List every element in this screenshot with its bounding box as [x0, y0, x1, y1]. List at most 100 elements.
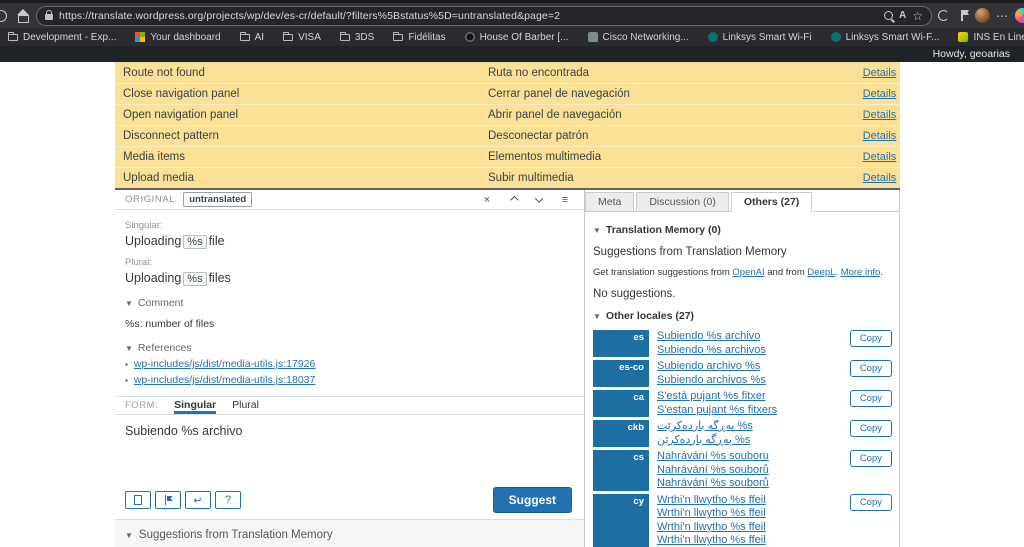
tab-meta[interactable]: Meta: [585, 192, 634, 212]
openai-link[interactable]: OpenAI: [732, 267, 764, 278]
refresh-icon[interactable]: [2, 10, 7, 22]
menu-icon[interactable]: ≡: [556, 194, 574, 206]
tab-others[interactable]: Others (27): [731, 192, 812, 212]
bookmark-label: INS En Linea: [973, 32, 1024, 43]
copy-button[interactable]: Copy: [850, 494, 892, 511]
copy-button[interactable]: Copy: [850, 390, 892, 407]
locale-translation-link[interactable]: پەڕگە باردەکرێن %s: [657, 434, 750, 446]
locale-translation-link[interactable]: Subiendo archivo %s: [657, 360, 760, 372]
suggestions-title-toggle[interactable]: ▼Suggestions from Translation Memory: [125, 529, 574, 541]
collections-icon[interactable]: [961, 10, 969, 21]
home-icon[interactable]: [17, 10, 30, 22]
bookmark-item[interactable]: 3DS: [340, 32, 374, 43]
locale-badge: ckb: [593, 420, 649, 447]
locale-translation-link[interactable]: Nahrávání %s souborů: [657, 477, 769, 489]
copy-button[interactable]: Copy: [850, 420, 892, 437]
original-panel: Singular: Uploading%sfile Plural: Upload…: [115, 210, 584, 386]
details-link[interactable]: Details: [863, 151, 897, 163]
form-tab-plural[interactable]: Plural: [232, 399, 259, 414]
suggest-button[interactable]: Suggest: [493, 487, 572, 513]
profile-avatar[interactable]: [975, 8, 990, 23]
bookmark-label: 3DS: [355, 32, 374, 43]
page-content: Route not found Ruta no encontrada Detai…: [0, 62, 1024, 547]
table-row[interactable]: Upload media Subir multimedia Details: [115, 168, 900, 189]
other-locales-toggle[interactable]: ▼Other locales (27): [593, 310, 895, 322]
address-bar[interactable]: https://translate.wordpress.org/projects…: [36, 6, 932, 26]
table-row[interactable]: Media items Elementos multimedia Details: [115, 147, 900, 168]
form-tab-singular[interactable]: Singular: [174, 399, 216, 414]
locale-translation-link[interactable]: Wrthi'n llwytho %s ffeil: [657, 521, 766, 533]
insert-newline-button[interactable]: ↵: [185, 491, 211, 509]
chevron-down-icon[interactable]: [530, 194, 548, 206]
zoom-icon[interactable]: [884, 11, 893, 20]
translation-memory-toggle[interactable]: ▼Translation Memory (0): [593, 224, 895, 236]
reference-link[interactable]: wp-includes/js/dist/media-utils.js:18037: [134, 374, 316, 386]
bookmark-item[interactable]: Development - Exp...: [8, 32, 116, 43]
bookmark-item[interactable]: Fidélitas: [393, 32, 445, 43]
more-info-link[interactable]: More info: [841, 267, 881, 278]
bullet-icon: ▪: [125, 360, 128, 369]
deepl-link[interactable]: DeepL: [807, 267, 835, 278]
comment-section-toggle[interactable]: ▼Comment: [125, 297, 574, 309]
table-row[interactable]: Open navigation panel Abrir panel de nav…: [115, 105, 900, 126]
locale-translation-link[interactable]: S'estan pujant %s fitxers: [657, 404, 777, 416]
favorite-star-icon[interactable]: ☆: [912, 9, 923, 23]
reference-link[interactable]: wp-includes/js/dist/media-utils.js:17926: [134, 358, 316, 370]
table-row[interactable]: Route not found Ruta no encontrada Detai…: [115, 63, 900, 84]
translation-cell: Subir multimedia: [481, 172, 858, 184]
copy-button[interactable]: Copy: [850, 360, 892, 377]
bookmark-label: Linksys Smart Wi-F...: [846, 32, 940, 43]
locale-translation-link[interactable]: پەڕگە باردەکرێت %s: [657, 420, 753, 432]
howdy-account[interactable]: Howdy, geoarias: [933, 48, 1010, 60]
details-link[interactable]: Details: [863, 88, 897, 100]
bookmark-item[interactable]: Cisco Networking...: [588, 32, 689, 43]
locale-translation-link[interactable]: Subiendo %s archivos: [657, 344, 766, 356]
table-row[interactable]: Disconnect pattern Desconectar patrón De…: [115, 126, 900, 147]
tab-discussion[interactable]: Discussion (0): [636, 192, 729, 212]
bookmark-item[interactable]: INS En Linea: [958, 32, 1024, 43]
table-row[interactable]: Close navigation panel Cerrar panel de n…: [115, 84, 900, 105]
copy-button[interactable]: Copy: [850, 450, 892, 467]
translation-textarea[interactable]: Subiendo %s archivo: [115, 415, 584, 485]
folder-icon: [393, 34, 403, 41]
details-link[interactable]: Details: [863, 109, 897, 121]
locale-translation-link[interactable]: S'està pujant %s fitxer: [657, 390, 766, 402]
collapse-arrow-icon: ▼: [593, 312, 601, 321]
details-link[interactable]: Details: [863, 67, 897, 79]
help-button[interactable]: ?: [215, 491, 241, 509]
original-cell: Disconnect pattern: [115, 130, 481, 142]
locale-translation-link[interactable]: Wrthi'n llwytho %s ffeil: [657, 507, 766, 519]
chevron-up-icon[interactable]: [504, 194, 522, 206]
bookmark-label: VISA: [298, 32, 321, 43]
references-section-toggle[interactable]: ▼References: [125, 342, 574, 354]
more-menu-icon[interactable]: ⋯: [996, 9, 1009, 23]
glossary-term: Media: [123, 151, 154, 163]
close-icon[interactable]: ×: [478, 194, 496, 206]
translation-cell: Ruta no encontrada: [481, 67, 858, 79]
locale-badge: es-co: [593, 360, 649, 387]
browser-essentials-icon[interactable]: [938, 10, 949, 21]
read-aloud-icon[interactable]: A: [899, 10, 906, 21]
insert-marker-button[interactable]: [155, 491, 181, 509]
copilot-icon[interactable]: [1015, 8, 1024, 23]
locale-translation-link[interactable]: Nahrávání %s souboru: [657, 450, 769, 462]
locale-translation-link[interactable]: Nahrávání %s souborů: [657, 464, 769, 476]
details-link[interactable]: Details: [863, 130, 897, 142]
bookmark-label: House Of Barber [...: [480, 32, 569, 43]
bookmark-item[interactable]: Linksys Smart Wi-Fi: [708, 32, 812, 43]
flag-icon: [164, 495, 173, 505]
bookmark-item[interactable]: Linksys Smart Wi-F...: [831, 32, 940, 43]
bookmark-item[interactable]: AI: [240, 32, 264, 43]
url-text[interactable]: https://translate.wordpress.org/projects…: [59, 10, 878, 22]
bookmark-item[interactable]: VISA: [283, 32, 321, 43]
bookmarks-bar: Development - Exp... Your dashboard AI V…: [0, 28, 1024, 46]
locale-translation-link[interactable]: Wrthi'n llwytho %s ffeil: [657, 534, 766, 546]
copy-button[interactable]: Copy: [850, 330, 892, 347]
bookmark-item[interactable]: House Of Barber [...: [465, 32, 569, 43]
locale-translation-link[interactable]: Wrthi'n llwytho %s ffeil: [657, 494, 766, 506]
details-link[interactable]: Details: [863, 172, 897, 184]
bookmark-item[interactable]: Your dashboard: [135, 32, 220, 43]
copy-original-button[interactable]: [125, 491, 151, 509]
locale-translation-link[interactable]: Subiendo %s archivo: [657, 330, 760, 342]
locale-translation-link[interactable]: Subiendo archivos %s: [657, 374, 766, 386]
